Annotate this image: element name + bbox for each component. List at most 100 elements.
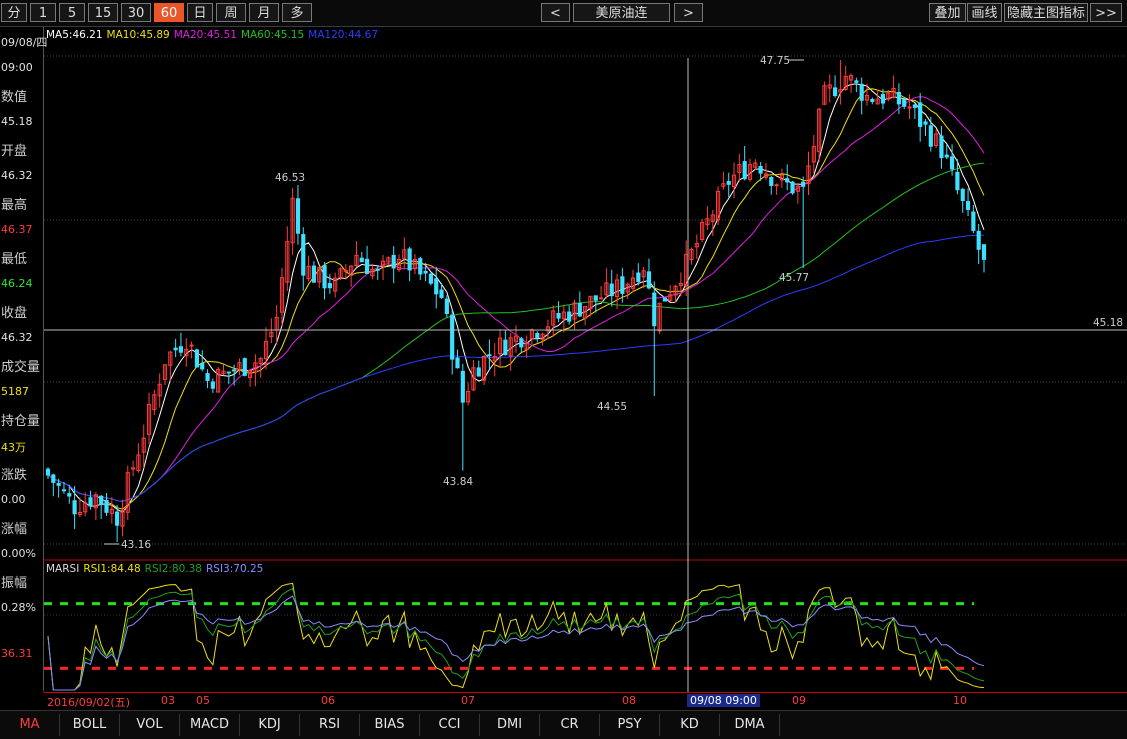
ma-legend-item-2: MA20:45.51 [173,29,237,41]
indicator-tab-boll[interactable]: BOLL [60,714,120,736]
candle-body [365,258,370,274]
indicator-tab-kd[interactable]: KD [660,714,720,736]
time-axis-label-8: 10 [953,694,967,707]
volume-value: 5187 [1,385,29,398]
prev-contract-button[interactable]: < [541,3,570,22]
high-annotation: 47.75 [760,55,790,67]
candle-body [785,178,790,183]
period-button-8[interactable]: 月 [249,3,279,22]
period-button-5[interactable]: 60 [154,3,184,22]
candle-body [758,165,763,174]
candle-body [928,125,933,147]
candle-body [226,371,231,374]
candle-body [460,370,465,403]
candle-body [476,367,481,377]
toolbar-right-button-3[interactable]: >> [1090,3,1122,22]
open-value: 46.32 [1,169,33,182]
change-value: 0.00 [1,493,26,506]
contract-name-button[interactable]: 美原油连 [573,3,670,22]
candle-body [295,198,301,234]
indicator-tab-psy[interactable]: PSY [600,714,660,736]
period-button-0[interactable]: 分 [1,3,27,22]
candle-body [45,468,51,476]
high-label: 最高 [1,198,28,213]
candle-body [944,154,949,158]
info-date: 09/08/四 [1,36,48,49]
toolbar-right-button-2[interactable]: 隐藏主图指标 [1004,3,1088,22]
high-value: 46.37 [1,223,33,236]
candle-body [976,230,981,250]
ma-legend-item-1: MA10:45.89 [106,29,170,41]
indicator-tab-vol[interactable]: VOL [120,714,180,736]
candle-body [487,354,492,357]
candle-body [423,270,428,274]
candle-body [636,272,641,282]
time-axis-label-1: 03 [161,694,175,707]
chart-grid [44,55,1127,616]
info-time: 09:00 [1,61,33,74]
period-button-9[interactable]: 多 [282,3,312,22]
candle-body [880,93,886,104]
indicator-tab-rsi[interactable]: RSI [300,714,360,736]
close-value: 46.32 [1,331,33,344]
change-label: 涨跌 [1,468,28,483]
ma5-line [47,83,985,513]
period-button-1[interactable]: 1 [30,3,56,22]
indicator-tab-bias[interactable]: BIAS [360,714,420,736]
ma-legend: MA5:46.21 MA10:45.89 MA20:45.51 MA60:45.15 M… [46,29,382,41]
peak-annotation: 46.53 [275,172,305,184]
indicator-tab-cci[interactable]: CCI [420,714,480,736]
candle-body [567,311,572,322]
candle-body [407,248,412,271]
indicator-tab-dma[interactable]: DMA [720,714,780,736]
period-button-7[interactable]: 周 [216,3,246,22]
candle-body [200,362,205,370]
candle-body [960,188,965,202]
period-button-4[interactable]: 30 [121,3,151,22]
candle-body [242,358,247,376]
open-interest-value: 43万 [1,441,26,454]
info-panel: 09/08/四 09:00 数值 45.18 开盘 46.32 最高 46.37… [0,27,48,691]
period-button-2[interactable]: 5 [59,3,85,22]
candle-body [577,302,582,317]
candle-body [327,283,332,289]
candle-body [662,297,667,302]
indicator-tab-dmi[interactable]: DMI [480,714,540,736]
time-axis-label-4: 07 [461,694,475,707]
candle-body [519,338,524,348]
candle-body [72,500,77,515]
candle-body [950,156,955,170]
next-contract-button[interactable]: > [674,3,703,22]
candle-body [88,497,93,507]
candle-body [593,295,598,301]
price-chart[interactable]: 47.75 46.53 43.16 43.84 44.55 45.77 45.18 [44,42,1127,692]
indicator-tab-kdj[interactable]: KDJ [240,714,300,736]
indicator-tab-cr[interactable]: CR [540,714,600,736]
period-button-6[interactable]: 日 [187,3,213,22]
candle-body [599,297,604,300]
toolbar: 分 1 5 15 30 60 日周月多 < 美原油连 > 叠加 画线 隐藏主图指标 >> [0,0,1127,27]
indicator-tab-macd[interactable]: MACD [180,714,240,736]
indicator-tab-ma[interactable]: MA [0,714,60,736]
candle-body [194,349,199,368]
candle-body [742,161,747,180]
candle-body [902,98,907,107]
period-button-3[interactable]: 15 [88,3,118,22]
candle-body [769,177,774,186]
open-label: 开盘 [1,144,28,159]
candle-body [918,102,923,127]
candle-body [923,121,928,125]
time-axis-label-7: 09 [792,694,806,707]
candle-body [646,271,652,289]
toolbar-right-button-0[interactable]: 叠加 [929,3,966,22]
amplitude-label: 振幅 [1,576,28,591]
time-axis-label-0: 2016/09/02(五) [47,696,130,709]
candle-body [99,495,104,505]
ma20-line [47,96,985,502]
candle-body [178,346,184,353]
volume-label: 成交量 [1,360,41,375]
candle-body [833,87,838,97]
crosshair-value-label: 45.18 [1093,317,1123,329]
toolbar-right-button-1[interactable]: 画线 [967,3,1002,22]
candle-body [726,181,731,185]
